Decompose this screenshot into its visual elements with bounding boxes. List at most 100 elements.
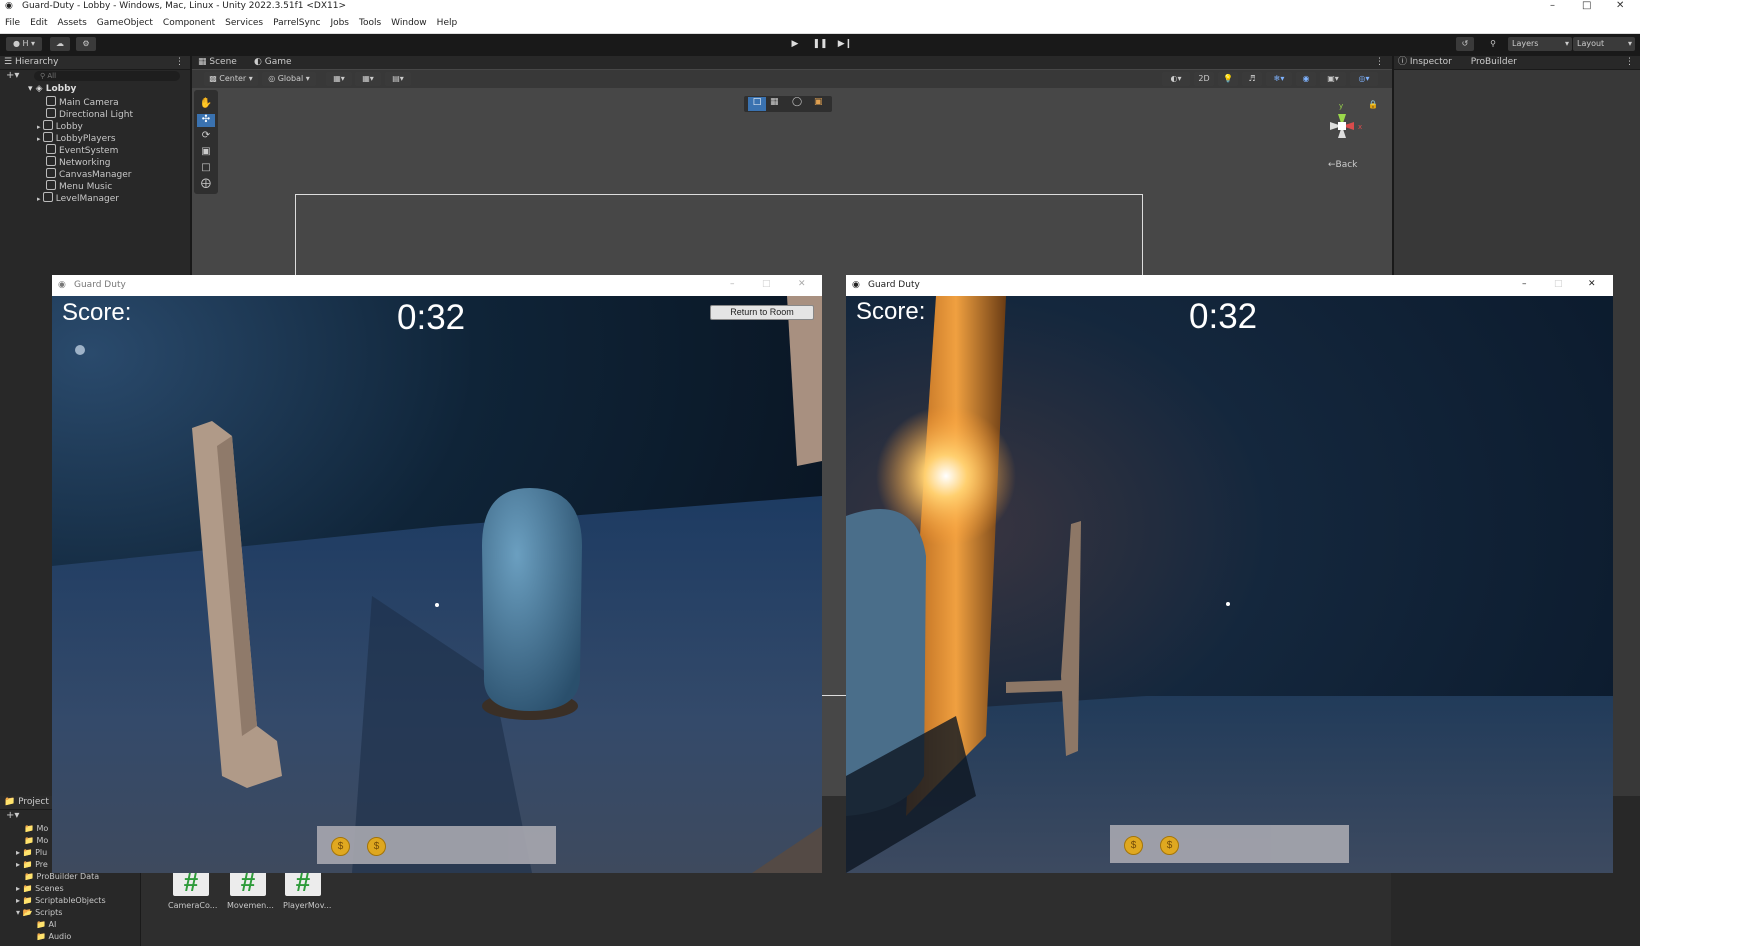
cloud-icon[interactable]: ☁ bbox=[50, 37, 70, 51]
tab-inspector[interactable]: ⓘ Inspector bbox=[1398, 57, 1452, 67]
hierarchy-item[interactable]: EventSystem bbox=[46, 144, 118, 156]
orientation-gizmo[interactable]: x y bbox=[1312, 96, 1372, 156]
layers-dropdown[interactable]: Layers ▾ bbox=[1508, 37, 1572, 51]
rotate-tool-icon[interactable]: ⟳ bbox=[197, 130, 215, 143]
hierarchy-item[interactable]: CanvasManager bbox=[46, 168, 131, 180]
game-window-2[interactable]: ◉ Guard Duty – □ ✕ Score: 0:32 $ $ bbox=[846, 275, 1613, 873]
hand-tool-icon[interactable]: ✋ bbox=[197, 98, 215, 111]
layout-dropdown[interactable]: Layout ▾ bbox=[1573, 37, 1635, 51]
asset-label: Movemen... bbox=[227, 901, 274, 910]
tab-scene[interactable]: ▦ Scene bbox=[198, 57, 237, 67]
draw-mode-icon[interactable]: ◐▾ bbox=[1162, 72, 1190, 86]
hierarchy-item[interactable]: Main Camera bbox=[46, 96, 119, 108]
maximize-icon[interactable]: □ bbox=[1554, 279, 1563, 289]
folder-item[interactable]: ▾ 📂 Scripts bbox=[16, 908, 62, 917]
close-icon[interactable]: ✕ bbox=[798, 279, 806, 289]
menu-component[interactable]: Component bbox=[158, 14, 220, 33]
audio-icon[interactable]: ♬ bbox=[1242, 72, 1262, 86]
menu-gameobject[interactable]: GameObject bbox=[92, 14, 158, 33]
return-to-room-button[interactable]: Return to Room bbox=[710, 305, 814, 320]
expand-arrow-icon[interactable]: ▸ bbox=[37, 135, 43, 143]
folder-item[interactable]: ▸ 📁 ScriptableObjects bbox=[16, 896, 106, 905]
folder-item[interactable]: ▸ 📁 Plu bbox=[16, 848, 47, 857]
folder-item[interactable]: 📁 ProBuilder Data bbox=[24, 872, 99, 881]
hierarchy-item[interactable]: ▸ LevelManager bbox=[37, 192, 119, 204]
gizmo-view-label[interactable]: ←Back bbox=[1328, 160, 1357, 170]
gizmos-icon[interactable]: ◎▾ bbox=[1350, 72, 1378, 86]
transform-tool-icon[interactable]: ⨁ bbox=[197, 178, 215, 191]
account-dropdown[interactable]: ● H ▾ bbox=[6, 37, 42, 51]
play-icon[interactable]: ▶ bbox=[786, 37, 804, 51]
close-icon[interactable]: ✕ bbox=[1588, 279, 1596, 289]
search-icon[interactable]: ⚲ bbox=[1484, 37, 1502, 51]
hierarchy-item[interactable]: Networking bbox=[46, 156, 111, 168]
history-icon[interactable]: ↺ bbox=[1456, 37, 1474, 51]
increment-snap-icon[interactable]: ▤▾ bbox=[385, 72, 411, 86]
unity-logo-icon: ◉ bbox=[5, 1, 13, 11]
menu-window[interactable]: Window bbox=[386, 14, 432, 33]
lock-icon[interactable]: 🔒 bbox=[1368, 100, 1378, 109]
game-window-title: Guard Duty bbox=[74, 280, 126, 290]
game-window-1[interactable]: ◉ Guard Duty – □ ✕ Score: 0:32 Return to… bbox=[52, 275, 822, 873]
maximize-icon[interactable]: □ bbox=[762, 279, 771, 289]
close-icon[interactable]: ✕ bbox=[1616, 0, 1624, 11]
object-mode-icon[interactable]: □ bbox=[748, 97, 766, 111]
menu-file[interactable]: File bbox=[0, 14, 25, 33]
lock-icon[interactable]: ⋮ bbox=[175, 56, 184, 69]
collab-icon[interactable]: ⚙ bbox=[76, 37, 96, 51]
gizmo-center[interactable] bbox=[1338, 122, 1346, 130]
minimize-icon[interactable]: – bbox=[1522, 279, 1527, 289]
menu-edit[interactable]: Edit bbox=[25, 14, 52, 33]
step-icon[interactable]: ▶❙ bbox=[836, 37, 854, 51]
hierarchy-search-input[interactable]: ⚲ All bbox=[34, 71, 180, 81]
pivot-dropdown[interactable]: ▩ Center ▾ bbox=[204, 72, 258, 86]
expand-arrow-icon[interactable]: ▸ bbox=[37, 195, 43, 203]
hierarchy-item[interactable]: Directional Light bbox=[46, 108, 133, 120]
menu-help[interactable]: Help bbox=[432, 14, 463, 33]
vertex-mode-icon[interactable]: ▦ bbox=[770, 97, 779, 107]
lighting-icon[interactable]: 💡 bbox=[1218, 72, 1238, 86]
hierarchy-item[interactable]: ▸ LobbyPlayers bbox=[37, 132, 116, 144]
folder-item[interactable]: ▸ 📁 Scenes bbox=[16, 884, 64, 893]
menu-parrelsync[interactable]: ParrelSync bbox=[268, 14, 325, 33]
camera-icon[interactable]: ▣▾ bbox=[1320, 72, 1346, 86]
game-viewport[interactable]: Score: 0:32 $ $ bbox=[846, 296, 1613, 873]
scale-tool-icon[interactable]: ▣ bbox=[197, 146, 215, 159]
effects-icon[interactable]: ❄▾ bbox=[1266, 72, 1292, 86]
minimize-icon[interactable]: – bbox=[1550, 0, 1555, 11]
game-viewport[interactable]: Score: 0:32 Return to Room $ $ bbox=[52, 296, 822, 873]
hierarchy-item[interactable]: ▸ Lobby bbox=[37, 120, 83, 132]
menu-services[interactable]: Services bbox=[220, 14, 268, 33]
visibility-icon[interactable]: ◉ bbox=[1296, 72, 1316, 86]
space-dropdown[interactable]: ◎ Global ▾ bbox=[262, 72, 316, 86]
folder-item[interactable]: ▸ 📁 Pre bbox=[16, 860, 48, 869]
more-icon[interactable]: ⋮ bbox=[1625, 56, 1634, 69]
folder-item[interactable]: 📁 Mo bbox=[24, 836, 48, 845]
tab-game[interactable]: ◐ Game bbox=[254, 57, 292, 67]
rect-tool-icon[interactable]: □ bbox=[197, 162, 215, 175]
menu-tools[interactable]: Tools bbox=[354, 14, 386, 33]
expand-arrow-icon[interactable]: ▸ bbox=[37, 123, 43, 131]
minimize-icon[interactable]: – bbox=[730, 279, 735, 289]
tab-probuilder[interactable]: ProBuilder bbox=[1471, 57, 1517, 67]
hierarchy-tab[interactable]: ☰ Hierarchy ⋮ bbox=[0, 56, 190, 70]
menu-jobs[interactable]: Jobs bbox=[325, 14, 354, 33]
toggle-2d-button[interactable]: 2D bbox=[1194, 72, 1214, 86]
move-tool-icon[interactable]: ✣ bbox=[197, 114, 215, 127]
hierarchy-item[interactable]: Menu Music bbox=[46, 180, 112, 192]
face-mode-icon[interactable]: ▣ bbox=[814, 97, 823, 107]
match-timer: 0:32 bbox=[1189, 297, 1258, 336]
grid-snap-icon[interactable]: ▦▾ bbox=[326, 72, 352, 86]
add-icon[interactable]: +▾ bbox=[6, 70, 19, 81]
menu-assets[interactable]: Assets bbox=[53, 14, 92, 33]
maximize-icon[interactable]: □ bbox=[1582, 0, 1591, 11]
more-icon[interactable]: ⋮ bbox=[1375, 57, 1384, 67]
grid-visibility-icon[interactable]: ▦▾ bbox=[355, 72, 381, 86]
edge-mode-icon[interactable]: ◯ bbox=[792, 97, 802, 107]
folder-item[interactable]: 📁 Mo bbox=[24, 824, 48, 833]
folder-item[interactable]: 📁 Audio bbox=[36, 932, 71, 941]
add-icon[interactable]: +▾ bbox=[6, 810, 19, 821]
scene-root[interactable]: ▾ ◈ Lobby bbox=[28, 84, 76, 94]
pause-icon[interactable]: ❚❚ bbox=[811, 37, 829, 51]
folder-item[interactable]: 📁 AI bbox=[36, 920, 56, 929]
